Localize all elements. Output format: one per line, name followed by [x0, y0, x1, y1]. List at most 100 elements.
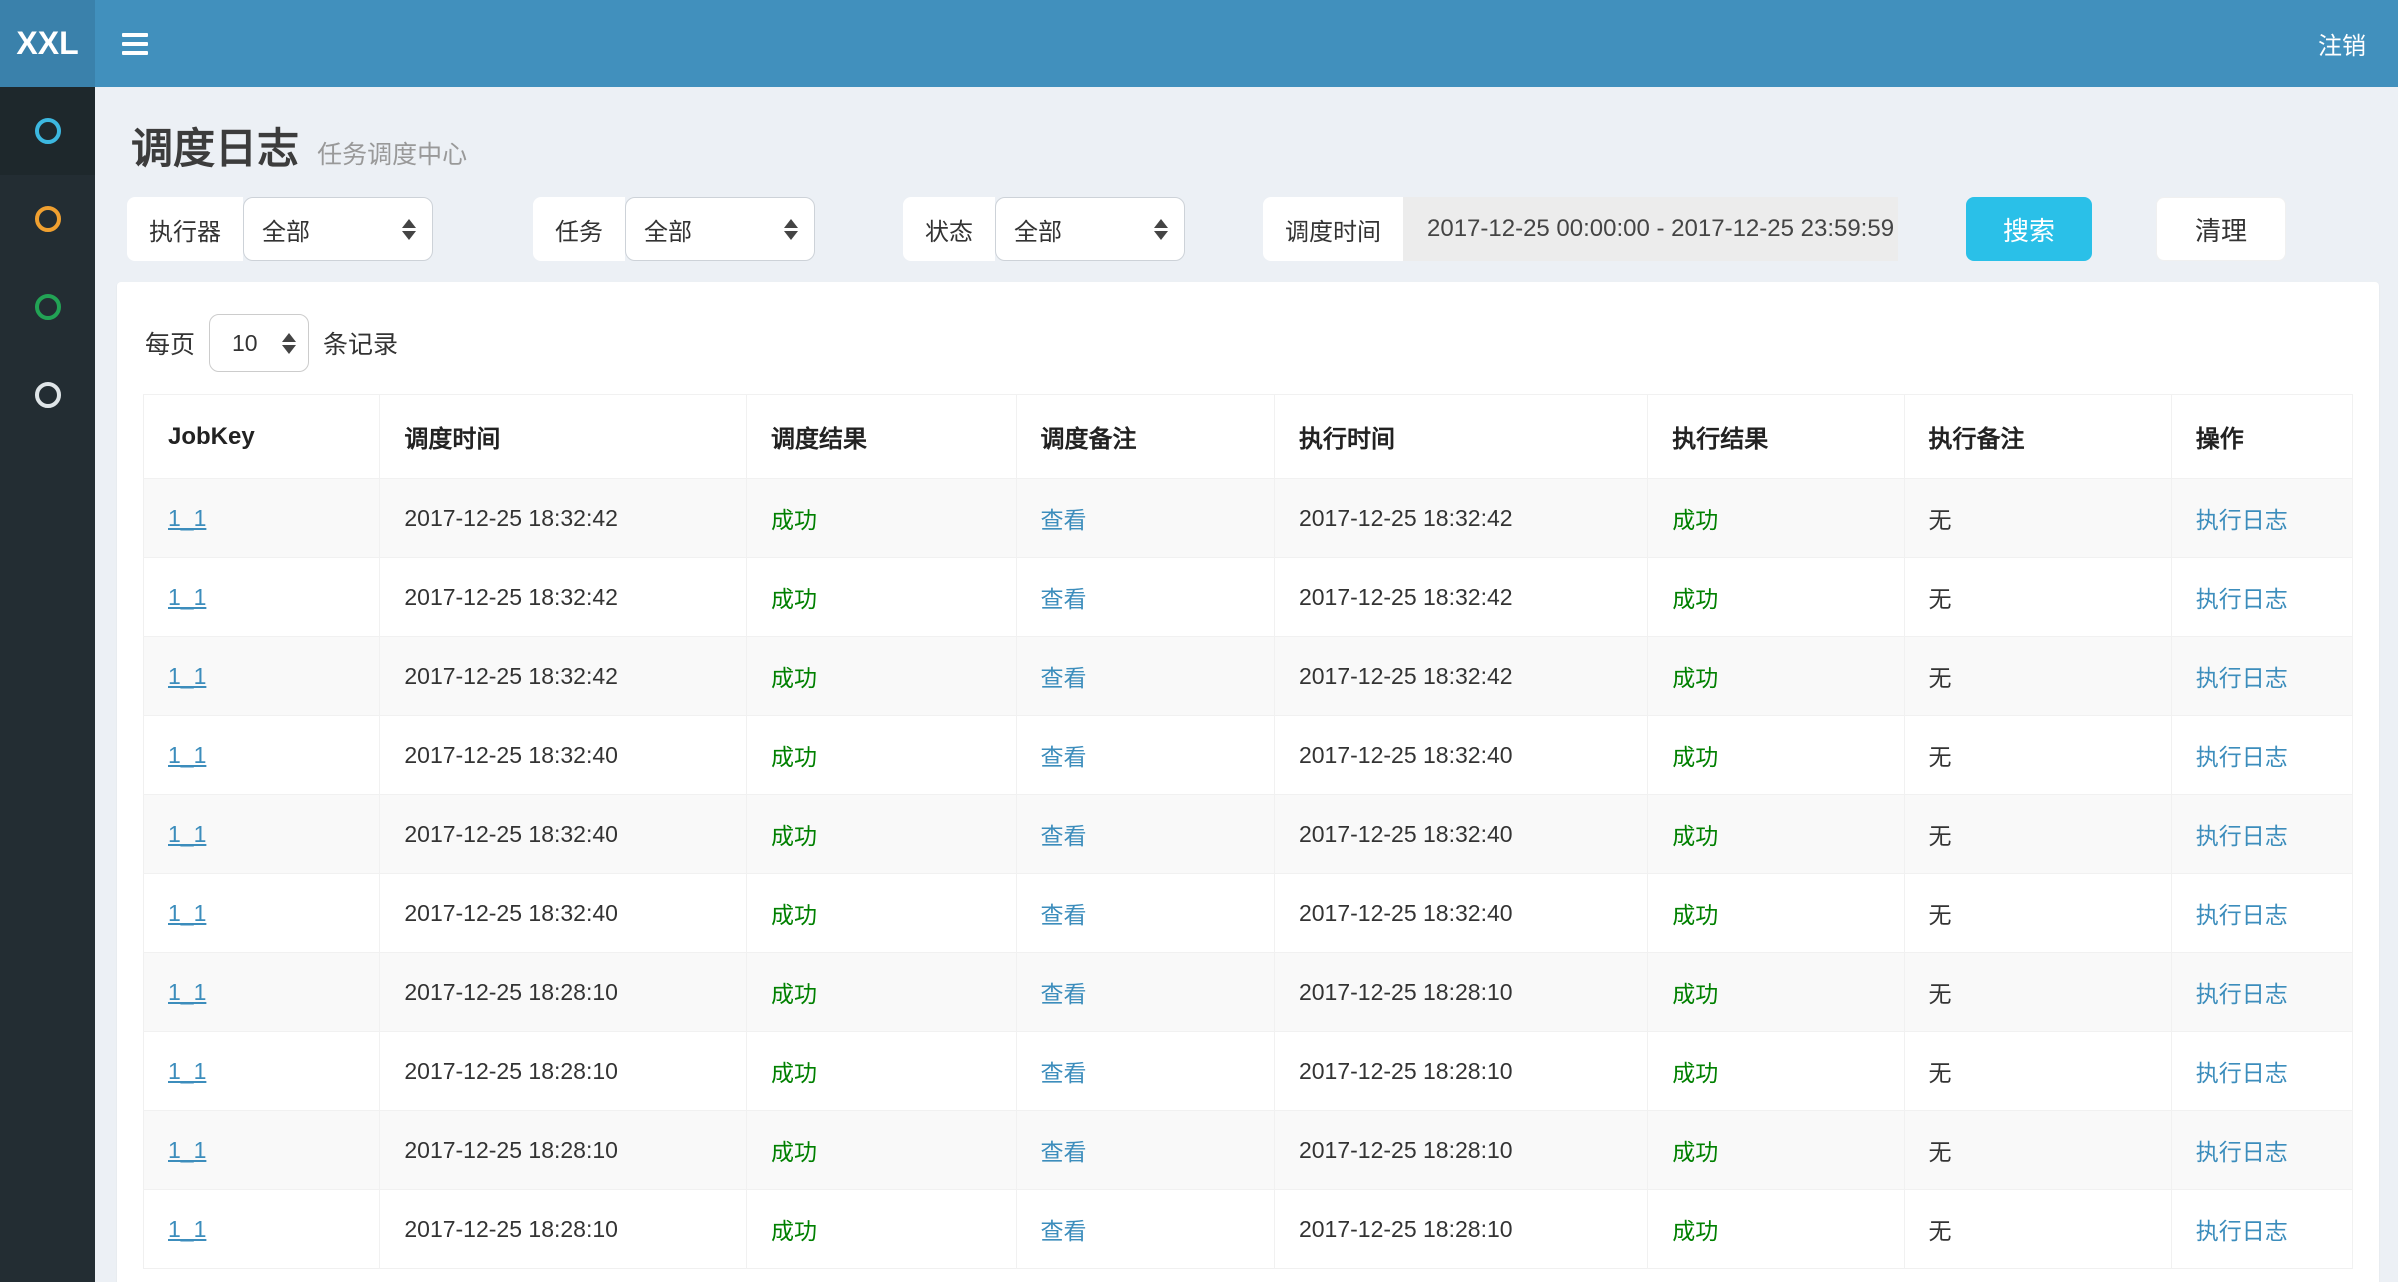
page-length-value: 10 [232, 330, 258, 357]
trigger-time-cell: 2017-12-25 18:32:40 [380, 795, 747, 874]
handle-result-cell: 成功 [1648, 1032, 1904, 1111]
table-header-row: JobKey 调度时间 调度结果 调度备注 执行时间 执行结果 执行备注 操作 [144, 395, 2353, 479]
handle-result-cell: 成功 [1648, 874, 1904, 953]
handle-msg-cell: 无 [1904, 1032, 2171, 1111]
job-filter-group: 任务 全部 [533, 197, 815, 261]
jobkey-link[interactable]: 1_1 [168, 584, 206, 610]
handle-msg-cell: 无 [1904, 479, 2171, 558]
select-arrows-icon [402, 219, 416, 240]
handle-msg-cell: 无 [1904, 716, 2171, 795]
time-filter-label: 调度时间 [1263, 197, 1403, 261]
execution-log-link[interactable]: 执行日志 [2196, 1060, 2288, 1086]
status-select[interactable]: 全部 [995, 197, 1185, 261]
trigger-result-cell: 成功 [747, 637, 1016, 716]
time-filter-group: 调度时间 2017-12-25 00:00:00 - 2017-12-25 23… [1263, 197, 1898, 261]
jobkey-link[interactable]: 1_1 [168, 663, 206, 689]
executor-select[interactable]: 全部 [243, 197, 433, 261]
trigger-msg-link[interactable]: 查看 [1041, 1060, 1087, 1086]
trigger-msg-link[interactable]: 查看 [1041, 1139, 1087, 1165]
table-row: 1_1 2017-12-25 18:32:42 成功 查看 2017-12-25… [144, 637, 2353, 716]
logout-link[interactable]: 注销 [2286, 0, 2398, 87]
trigger-time-cell: 2017-12-25 18:32:40 [380, 716, 747, 795]
trigger-result-cell: 成功 [747, 1032, 1016, 1111]
trigger-msg-link[interactable]: 查看 [1041, 981, 1087, 1007]
page-length-control: 每页 10 条记录 [143, 308, 2353, 394]
circle-icon [35, 382, 61, 408]
sidebar-item-3[interactable] [0, 263, 95, 351]
app-logo[interactable]: XXL [0, 0, 95, 87]
handle-result-cell: 成功 [1648, 479, 1904, 558]
trigger-result-cell: 成功 [747, 1111, 1016, 1190]
jobkey-link[interactable]: 1_1 [168, 742, 206, 768]
col-header-handle-result: 执行结果 [1648, 395, 1904, 479]
sidebar [0, 87, 95, 1282]
handle-msg-cell: 无 [1904, 874, 2171, 953]
col-header-trigger-result: 调度结果 [747, 395, 1016, 479]
jobkey-link[interactable]: 1_1 [168, 1058, 206, 1084]
trigger-msg-link[interactable]: 查看 [1041, 902, 1087, 928]
handle-msg-cell: 无 [1904, 953, 2171, 1032]
trigger-time-cell: 2017-12-25 18:32:40 [380, 874, 747, 953]
trigger-msg-link[interactable]: 查看 [1041, 1218, 1087, 1244]
page-length-select[interactable]: 10 [209, 314, 309, 372]
col-header-handle-msg: 执行备注 [1904, 395, 2171, 479]
handle-result-cell: 成功 [1648, 795, 1904, 874]
execution-log-link[interactable]: 执行日志 [2196, 507, 2288, 533]
trigger-msg-link[interactable]: 查看 [1041, 823, 1087, 849]
trigger-result-cell: 成功 [747, 795, 1016, 874]
jobkey-link[interactable]: 1_1 [168, 979, 206, 1005]
execution-log-link[interactable]: 执行日志 [2196, 902, 2288, 928]
sidebar-item-4[interactable] [0, 351, 95, 439]
search-button[interactable]: 搜索 [1966, 197, 2092, 261]
handle-result-cell: 成功 [1648, 558, 1904, 637]
trigger-msg-link[interactable]: 查看 [1041, 744, 1087, 770]
select-arrows-icon [282, 333, 296, 354]
jobkey-link[interactable]: 1_1 [168, 505, 206, 531]
trigger-time-cell: 2017-12-25 18:28:10 [380, 1032, 747, 1111]
status-filter-group: 状态 全部 [903, 197, 1185, 261]
col-header-action: 操作 [2171, 395, 2352, 479]
execution-log-link[interactable]: 执行日志 [2196, 981, 2288, 1007]
page-title: 调度日志 [131, 125, 299, 172]
trigger-msg-link[interactable]: 查看 [1041, 665, 1087, 691]
col-header-trigger-time: 调度时间 [380, 395, 747, 479]
trigger-result-cell: 成功 [747, 1190, 1016, 1269]
handle-time-cell: 2017-12-25 18:28:10 [1274, 1190, 1647, 1269]
handle-time-cell: 2017-12-25 18:28:10 [1274, 1032, 1647, 1111]
job-select[interactable]: 全部 [625, 197, 815, 261]
table-row: 1_1 2017-12-25 18:28:10 成功 查看 2017-12-25… [144, 1190, 2353, 1269]
trigger-time-cell: 2017-12-25 18:28:10 [380, 953, 747, 1032]
clear-button[interactable]: 清理 [2156, 197, 2286, 261]
trigger-msg-link[interactable]: 查看 [1041, 586, 1087, 612]
trigger-time-cell: 2017-12-25 18:32:42 [380, 558, 747, 637]
handle-msg-cell: 无 [1904, 1190, 2171, 1269]
handle-msg-cell: 无 [1904, 637, 2171, 716]
execution-log-link[interactable]: 执行日志 [2196, 1218, 2288, 1244]
execution-log-link[interactable]: 执行日志 [2196, 586, 2288, 612]
handle-result-cell: 成功 [1648, 637, 1904, 716]
select-arrows-icon [1154, 219, 1168, 240]
execution-log-link[interactable]: 执行日志 [2196, 665, 2288, 691]
handle-msg-cell: 无 [1904, 1111, 2171, 1190]
execution-log-link[interactable]: 执行日志 [2196, 823, 2288, 849]
handle-msg-cell: 无 [1904, 558, 2171, 637]
navbar-body: 注销 [95, 0, 2398, 87]
handle-time-cell: 2017-12-25 18:32:40 [1274, 716, 1647, 795]
sidebar-item-1[interactable] [0, 87, 95, 175]
executor-filter-group: 执行器 全部 [127, 197, 433, 261]
sidebar-toggle-icon[interactable] [95, 0, 175, 87]
time-range-input[interactable]: 2017-12-25 00:00:00 - 2017-12-25 23:59:5… [1403, 197, 1898, 261]
col-header-jobkey: JobKey [144, 395, 380, 479]
jobkey-link[interactable]: 1_1 [168, 1137, 206, 1163]
jobkey-link[interactable]: 1_1 [168, 821, 206, 847]
execution-log-link[interactable]: 执行日志 [2196, 744, 2288, 770]
jobkey-link[interactable]: 1_1 [168, 900, 206, 926]
table-row: 1_1 2017-12-25 18:32:40 成功 查看 2017-12-25… [144, 795, 2353, 874]
content-area: 调度日志 任务调度中心 执行器 全部 任务 全部 状态 全部 [95, 87, 2398, 1282]
trigger-msg-link[interactable]: 查看 [1041, 507, 1087, 533]
circle-icon [35, 294, 61, 320]
execution-log-link[interactable]: 执行日志 [2196, 1139, 2288, 1165]
jobkey-link[interactable]: 1_1 [168, 1216, 206, 1242]
table-row: 1_1 2017-12-25 18:32:42 成功 查看 2017-12-25… [144, 558, 2353, 637]
sidebar-item-2[interactable] [0, 175, 95, 263]
